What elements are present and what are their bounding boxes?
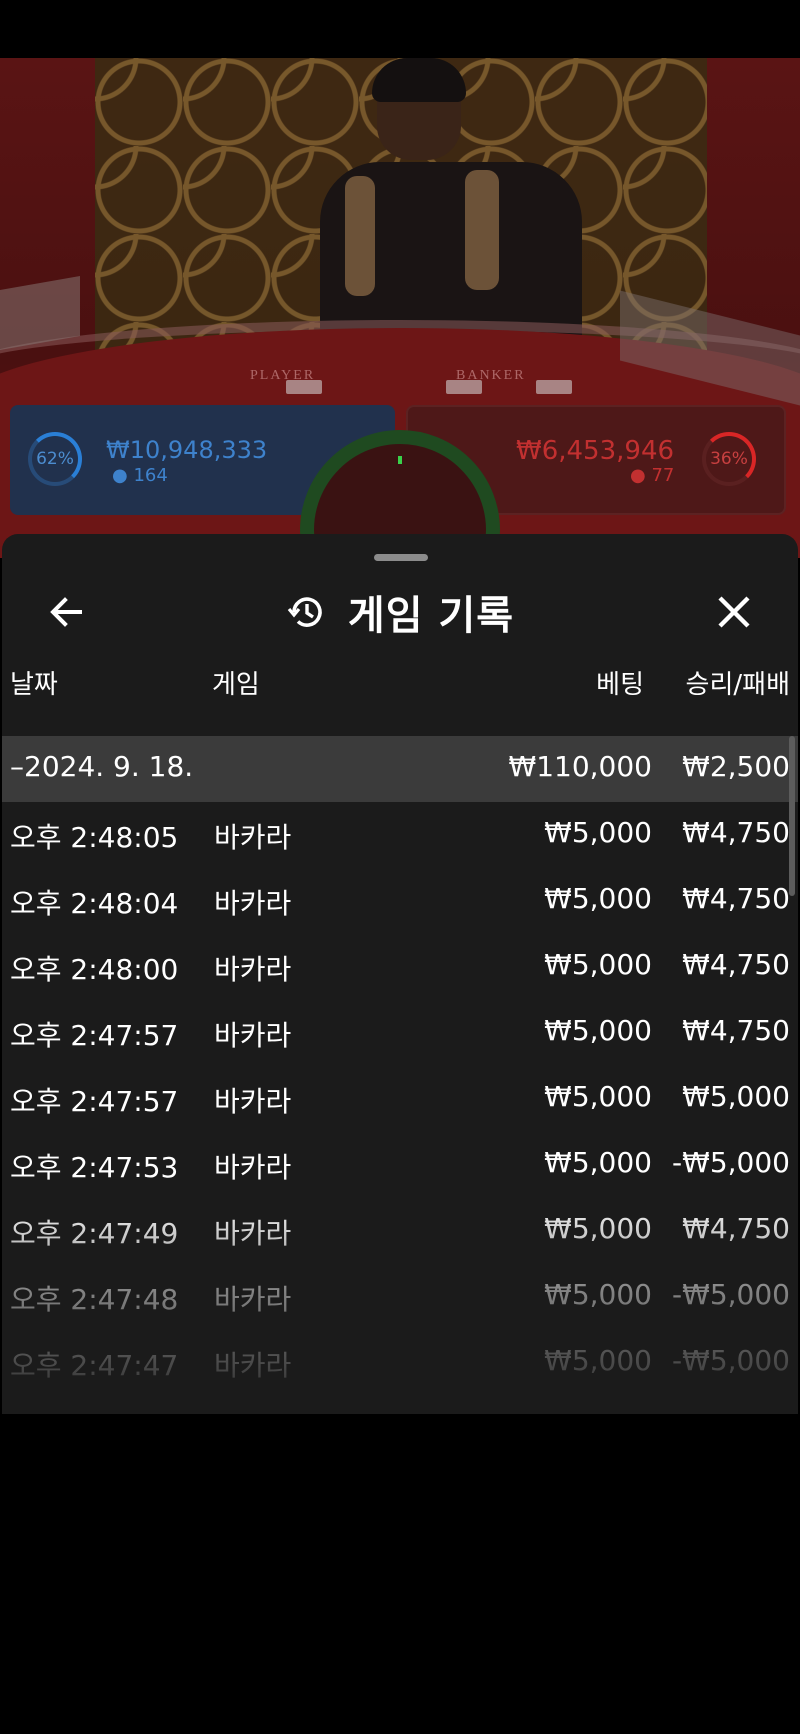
column-header-game: 게임 bbox=[212, 670, 260, 700]
row-bet: ₩5,000 bbox=[544, 1212, 652, 1245]
row-bet: ₩5,000 bbox=[544, 1146, 652, 1179]
row-game: 바카라 bbox=[214, 1283, 292, 1316]
playing-card bbox=[286, 380, 322, 394]
group-bet-total: ₩110,000 bbox=[508, 750, 652, 783]
row-time: 오후 2:47:49 bbox=[10, 1217, 179, 1250]
close-x-icon bbox=[718, 596, 750, 628]
row-result: ₩4,750 bbox=[682, 816, 790, 849]
row-game: 바카라 bbox=[214, 1151, 292, 1184]
close-button[interactable] bbox=[704, 582, 764, 642]
row-bet: ₩5,000 bbox=[544, 816, 652, 849]
row-game: 바카라 bbox=[214, 1085, 292, 1118]
history-clock-icon bbox=[287, 597, 322, 627]
table-row[interactable]: 오후 2:47:48 바카라 ₩5,000 -₩5,000 bbox=[2, 1264, 798, 1330]
dealer-vest bbox=[345, 176, 375, 296]
row-bet: ₩5,000 bbox=[544, 1014, 652, 1047]
group-result-total: ₩2,500 bbox=[682, 750, 790, 783]
column-header-date: 날짜 bbox=[10, 670, 58, 700]
table-row[interactable]: 오후 2:48:00 바카라 ₩5,000 ₩4,750 bbox=[2, 934, 798, 1000]
banker-count-value: 77 bbox=[651, 465, 675, 486]
row-bet: ₩5,000 bbox=[544, 948, 652, 981]
row-game: 바카라 bbox=[214, 1349, 292, 1382]
row-bet: ₩5,000 bbox=[544, 1080, 652, 1113]
column-header-bet: 베팅 bbox=[596, 670, 644, 700]
row-game: 바카라 bbox=[214, 821, 292, 854]
player-total-amount: ₩10,948,333 bbox=[106, 436, 268, 464]
dealer-vest bbox=[465, 170, 499, 290]
player-percent-ring: 62% bbox=[28, 432, 82, 486]
row-time: 오후 2:48:05 bbox=[10, 821, 179, 854]
row-game: 바카라 bbox=[214, 953, 292, 986]
row-result: ₩4,750 bbox=[682, 882, 790, 915]
row-game: 바카라 bbox=[214, 1217, 292, 1250]
row-time: 오후 2:47:57 bbox=[10, 1085, 179, 1118]
row-time: 오후 2:47:57 bbox=[10, 1019, 179, 1052]
column-header-result: 승리/패배 bbox=[685, 670, 790, 700]
table-row[interactable]: 오후 2:48:04 바카라 ₩5,000 ₩4,750 bbox=[2, 868, 798, 934]
row-bet: ₩5,000 bbox=[544, 882, 652, 915]
row-time: 오후 2:48:04 bbox=[10, 887, 179, 920]
table-row[interactable]: 오후 2:47:47 바카라 ₩5,000 -₩5,000 bbox=[2, 1330, 798, 1396]
table-row[interactable]: 오후 2:47:57 바카라 ₩5,000 ₩4,750 bbox=[2, 1000, 798, 1066]
player-bettor-count: ● 164 bbox=[112, 465, 168, 486]
table-row[interactable]: 오후 2:48:05 바카라 ₩5,000 ₩4,750 bbox=[2, 802, 798, 868]
row-result: ₩4,750 bbox=[682, 1014, 790, 1047]
row-result: ₩5,000 bbox=[682, 1080, 790, 1113]
arrow-left-icon bbox=[50, 597, 82, 627]
row-result: ₩4,750 bbox=[682, 948, 790, 981]
player-count-value: 164 bbox=[133, 465, 168, 486]
row-bet: ₩5,000 bbox=[544, 1344, 652, 1377]
banker-total-amount: ₩6,453,946 bbox=[516, 436, 675, 466]
row-time: 오후 2:48:00 bbox=[10, 953, 179, 986]
row-game: 바카라 bbox=[214, 887, 292, 920]
player-percent: 62% bbox=[36, 449, 74, 469]
date-group-row[interactable]: –2024. 9. 18. ₩110,000 ₩2,500 bbox=[2, 736, 798, 802]
table-row[interactable]: 오후 2:47:53 바카라 ₩5,000 -₩5,000 bbox=[2, 1132, 798, 1198]
back-button[interactable] bbox=[36, 582, 96, 642]
dealer-hair bbox=[372, 58, 466, 102]
history-table: –2024. 9. 18. ₩110,000 ₩2,500 오후 2:48:05… bbox=[2, 736, 798, 1414]
row-result: -₩5,000 bbox=[672, 1344, 790, 1377]
row-result: -₩5,000 bbox=[672, 1278, 790, 1311]
game-history-panel: 게임 기록 날짜 게임 베팅 승리/패배 –2024. 9. 18. ₩110,… bbox=[2, 534, 798, 1414]
table-row[interactable]: 오후 2:47:57 바카라 ₩5,000 ₩5,000 bbox=[2, 1066, 798, 1132]
row-game: 바카라 bbox=[214, 1019, 292, 1052]
group-date: –2024. 9. 18. bbox=[10, 750, 194, 783]
panel-title: 게임 기록 bbox=[347, 593, 515, 639]
row-result: -₩5,000 bbox=[672, 1146, 790, 1179]
scrollbar[interactable] bbox=[789, 736, 795, 896]
banker-percent-ring: 36% bbox=[702, 432, 756, 486]
row-time: 오후 2:47:48 bbox=[10, 1283, 179, 1316]
playing-card bbox=[536, 380, 572, 394]
table-row[interactable]: 오후 2:47:49 바카라 ₩5,000 ₩4,750 bbox=[2, 1198, 798, 1264]
playing-card bbox=[446, 380, 482, 394]
timer-indicator bbox=[398, 456, 402, 464]
row-time: 오후 2:47:47 bbox=[10, 1349, 179, 1382]
row-result: ₩4,750 bbox=[682, 1212, 790, 1245]
drag-handle[interactable] bbox=[374, 554, 428, 561]
banker-percent: 36% bbox=[710, 449, 748, 469]
panel-header: 게임 기록 bbox=[2, 582, 798, 642]
row-time: 오후 2:47:53 bbox=[10, 1151, 179, 1184]
banker-bettor-count: ● 77 bbox=[630, 465, 675, 486]
row-bet: ₩5,000 bbox=[544, 1278, 652, 1311]
